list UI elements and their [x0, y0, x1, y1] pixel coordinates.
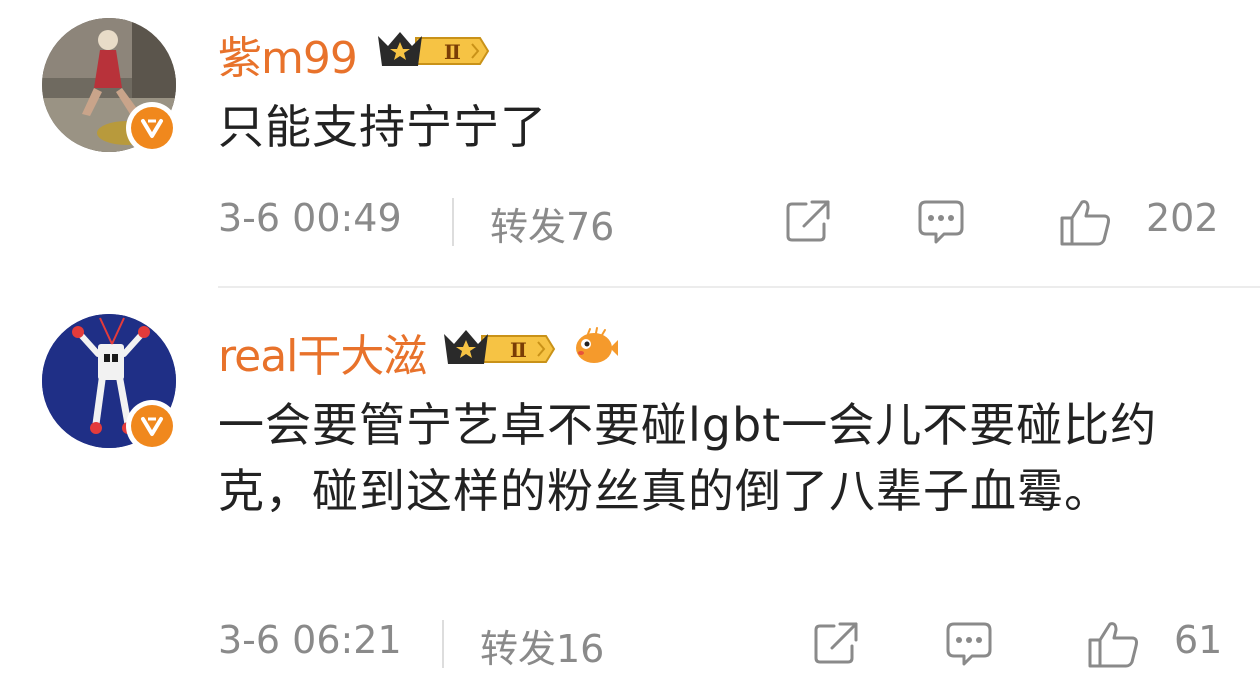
crown-level-badge[interactable]: Ⅱ	[376, 28, 490, 78]
repost-button[interactable]: 转发16	[480, 618, 604, 673]
comment-text: 一会要管宁艺卓不要碰lgbt一会儿不要碰比约克，碰到这样的粉丝真的倒了八辈子血霉…	[218, 398, 1158, 518]
timestamp: 3-6 06:21	[218, 618, 402, 662]
like-icon[interactable]	[1058, 198, 1112, 252]
like-icon[interactable]	[1086, 620, 1140, 674]
like-count: 61	[1174, 618, 1223, 662]
comment-item: real干大滋 Ⅱ 一会要管宁艺卓不要碰lgbt一会儿不要碰比约克，碰到这样的粉…	[0, 288, 1260, 700]
timestamp: 3-6 00:49	[218, 196, 402, 240]
username[interactable]: real干大滋	[218, 320, 427, 384]
verified-icon	[126, 102, 178, 154]
like-count: 202	[1146, 196, 1219, 240]
crown-level-badge[interactable]: Ⅱ	[442, 326, 556, 376]
comment-footer: 3-6 06:21 转发16 61	[218, 618, 1260, 671]
share-icon[interactable]	[812, 620, 860, 670]
username[interactable]: 紫m99	[218, 22, 358, 86]
level-text: Ⅱ	[510, 338, 527, 362]
comment-footer: 3-6 00:49 转发76 202	[218, 196, 1260, 249]
verified-icon	[126, 400, 178, 452]
comment-icon[interactable]	[944, 620, 994, 670]
divider	[442, 620, 444, 668]
level-text: Ⅱ	[444, 40, 461, 64]
pufferfish-icon[interactable]	[572, 326, 618, 372]
divider	[452, 198, 454, 246]
comment-icon[interactable]	[916, 198, 966, 248]
repost-button[interactable]: 转发76	[490, 196, 614, 251]
comment-item: 紫m99 Ⅱ 只能支持宁宁了 3-6 00:49 转发76 202	[0, 0, 1260, 288]
comment-text: 只能支持宁宁了	[218, 100, 547, 154]
share-icon[interactable]	[784, 198, 832, 248]
